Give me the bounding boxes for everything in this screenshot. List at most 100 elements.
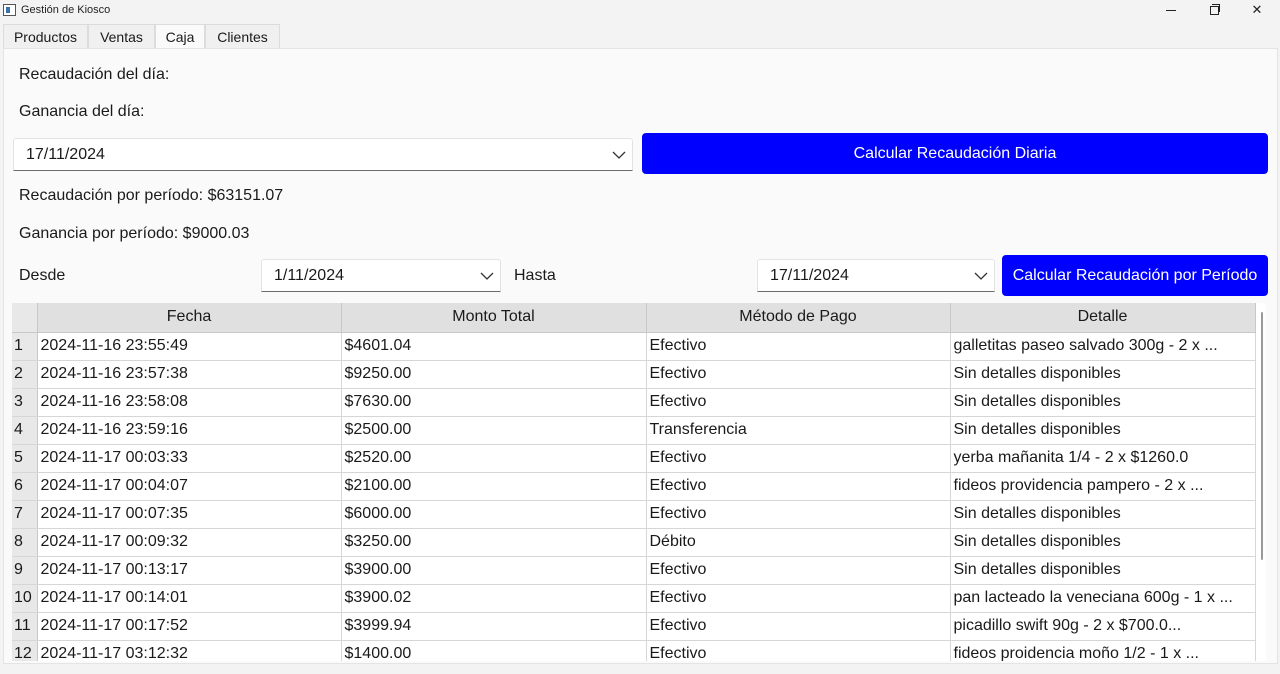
cell-detalle[interactable]: pan lacteado la veneciana 600g - 1 x ... (950, 584, 1256, 613)
minimize-button[interactable] (1151, 0, 1191, 22)
row-number: 2 (12, 360, 38, 389)
cell-metodo[interactable]: Transferencia (646, 416, 951, 445)
cell-fecha[interactable]: 2024-11-17 00:07:35 (37, 500, 342, 529)
close-button[interactable]: ✕ (1237, 0, 1277, 22)
cell-metodo[interactable]: Efectivo (646, 472, 951, 501)
restore-button[interactable] (1194, 0, 1234, 22)
table-row[interactable]: 3 2024-11-16 23:58:08 $7630.00 Efectivo Sin … (12, 388, 1256, 417)
column-header-metodo[interactable]: Método de Pago (646, 303, 951, 333)
table-row[interactable]: 6 2024-11-17 00:04:07 $2100.00 Efectivo fide… (12, 472, 1256, 501)
tab-clientes[interactable]: Clientes (205, 24, 280, 49)
calcular-periodo-button[interactable]: Calcular Recaudación por Período (1002, 255, 1268, 296)
cell-monto[interactable]: $2500.00 (341, 416, 647, 445)
row-number: 12 (12, 640, 38, 661)
cell-detalle[interactable]: Sin detalles disponibles (950, 500, 1256, 529)
cell-metodo[interactable]: Efectivo (646, 556, 951, 585)
table-row[interactable]: 1 2024-11-16 23:55:49 $4601.04 Efectivo gall… (12, 332, 1256, 361)
app-icon (3, 4, 16, 16)
chevron-down-icon (480, 272, 494, 280)
ventas-table: Fecha Monto Total Método de Pago Detalle… (12, 303, 1266, 661)
cell-fecha[interactable]: 2024-11-17 00:17:52 (37, 612, 342, 641)
table-row[interactable]: 12 2024-11-17 03:12:32 $1400.00 Efectivo fid… (12, 640, 1256, 661)
row-number: 8 (12, 528, 38, 557)
cell-fecha[interactable]: 2024-11-17 00:14:01 (37, 584, 342, 613)
column-header-monto[interactable]: Monto Total (341, 303, 647, 333)
cell-detalle[interactable]: Sin detalles disponibles (950, 360, 1256, 389)
table-row[interactable]: 5 2024-11-17 00:03:33 $2520.00 Efectivo yerb… (12, 444, 1256, 473)
cell-fecha[interactable]: 2024-11-16 23:59:16 (37, 416, 342, 445)
column-header-detalle[interactable]: Detalle (950, 303, 1256, 333)
cell-monto[interactable]: $3999.94 (341, 612, 647, 641)
hasta-select[interactable]: 17/11/2024 (757, 259, 995, 292)
table-scrollbar[interactable] (1261, 312, 1263, 560)
cell-metodo[interactable]: Efectivo (646, 612, 951, 641)
cell-detalle[interactable]: Sin detalles disponibles (950, 388, 1256, 417)
cell-metodo[interactable]: Efectivo (646, 332, 951, 361)
cell-detalle[interactable]: fideos providencia pampero - 2 x ... (950, 472, 1256, 501)
cell-detalle[interactable]: Sin detalles disponibles (950, 416, 1256, 445)
cell-detalle[interactable]: Sin detalles disponibles (950, 556, 1256, 585)
cell-fecha[interactable]: 2024-11-17 00:13:17 (37, 556, 342, 585)
cell-fecha[interactable]: 2024-11-16 23:58:08 (37, 388, 342, 417)
cell-fecha[interactable]: 2024-11-17 00:09:32 (37, 528, 342, 557)
table-row[interactable]: 8 2024-11-17 00:09:32 $3250.00 Débito Sin de… (12, 528, 1256, 557)
row-number: 3 (12, 388, 38, 417)
cell-metodo[interactable]: Efectivo (646, 584, 951, 613)
corner-cell[interactable] (12, 303, 38, 333)
cell-detalle[interactable]: picadillo swift 90g - 2 x $700.0... (950, 612, 1256, 641)
table-row[interactable]: 11 2024-11-17 00:17:52 $3999.94 Efectivo pic… (12, 612, 1256, 641)
cell-monto[interactable]: $3250.00 (341, 528, 647, 557)
cell-monto[interactable]: $3900.00 (341, 556, 647, 585)
cell-monto[interactable]: $3900.02 (341, 584, 647, 613)
table-header: Fecha Monto Total Método de Pago Detalle (12, 303, 1256, 333)
cell-metodo[interactable]: Débito (646, 528, 951, 557)
cell-fecha[interactable]: 2024-11-16 23:57:38 (37, 360, 342, 389)
restore-icon (1209, 4, 1220, 16)
cell-detalle[interactable]: galletitas paseo salvado 300g - 2 x ... (950, 332, 1256, 361)
table-row[interactable]: 9 2024-11-17 00:13:17 $3900.00 Efectivo Sin … (12, 556, 1256, 585)
cell-monto[interactable]: $7630.00 (341, 388, 647, 417)
cell-metodo[interactable]: Efectivo (646, 640, 951, 661)
cell-metodo[interactable]: Efectivo (646, 388, 951, 417)
desde-value: 1/11/2024 (274, 267, 344, 284)
minimize-icon (1166, 10, 1176, 12)
desde-select[interactable]: 1/11/2024 (261, 259, 501, 292)
cell-monto[interactable]: $4601.04 (341, 332, 647, 361)
table-row[interactable]: 2 2024-11-16 23:57:38 $9250.00 Efectivo Sin … (12, 360, 1256, 389)
close-icon: ✕ (1251, 2, 1263, 17)
row-number: 5 (12, 444, 38, 473)
cell-monto[interactable]: $2100.00 (341, 472, 647, 501)
cell-detalle[interactable]: Sin detalles disponibles (950, 528, 1256, 557)
hasta-label: Hasta (514, 267, 556, 284)
cell-detalle[interactable]: yerba mañanita 1/4 - 2 x $1260.0 (950, 444, 1256, 473)
cell-monto[interactable]: $6000.00 (341, 500, 647, 529)
row-number: 7 (12, 500, 38, 529)
hasta-value: 17/11/2024 (770, 267, 849, 284)
table-row[interactable]: 7 2024-11-17 00:07:35 $6000.00 Efectivo Sin … (12, 500, 1256, 529)
row-number: 11 (12, 612, 38, 641)
column-header-fecha[interactable]: Fecha (37, 303, 342, 333)
calcular-diaria-button[interactable]: Calcular Recaudación Diaria (642, 133, 1268, 174)
cell-detalle[interactable]: fideos proidencia moño 1/2 - 1 x ... (950, 640, 1256, 661)
tab-productos[interactable]: Productos (3, 24, 88, 49)
ganancia-dia-label: Ganancia del día: (19, 103, 145, 120)
cell-monto[interactable]: $9250.00 (341, 360, 647, 389)
table-row[interactable]: 10 2024-11-17 00:14:01 $3900.02 Efectivo pan… (12, 584, 1256, 613)
cell-fecha[interactable]: 2024-11-17 03:12:32 (37, 640, 342, 661)
row-number: 9 (12, 556, 38, 585)
cell-metodo[interactable]: Efectivo (646, 444, 951, 473)
desde-label: Desde (19, 267, 66, 284)
tab-caja[interactable]: Caja (155, 24, 205, 50)
cell-monto[interactable]: $2520.00 (341, 444, 647, 473)
cell-fecha[interactable]: 2024-11-16 23:55:49 (37, 332, 342, 361)
fecha-diaria-select[interactable]: 17/11/2024 (13, 138, 633, 171)
cell-monto[interactable]: $1400.00 (341, 640, 647, 661)
cell-fecha[interactable]: 2024-11-17 00:04:07 (37, 472, 342, 501)
row-number: 1 (12, 332, 38, 361)
tab-ventas[interactable]: Ventas (88, 24, 155, 49)
cell-fecha[interactable]: 2024-11-17 00:03:33 (37, 444, 342, 473)
table-row[interactable]: 4 2024-11-16 23:59:16 $2500.00 Transferenci… (12, 416, 1256, 445)
cell-metodo[interactable]: Efectivo (646, 500, 951, 529)
row-number: 4 (12, 416, 38, 445)
cell-metodo[interactable]: Efectivo (646, 360, 951, 389)
